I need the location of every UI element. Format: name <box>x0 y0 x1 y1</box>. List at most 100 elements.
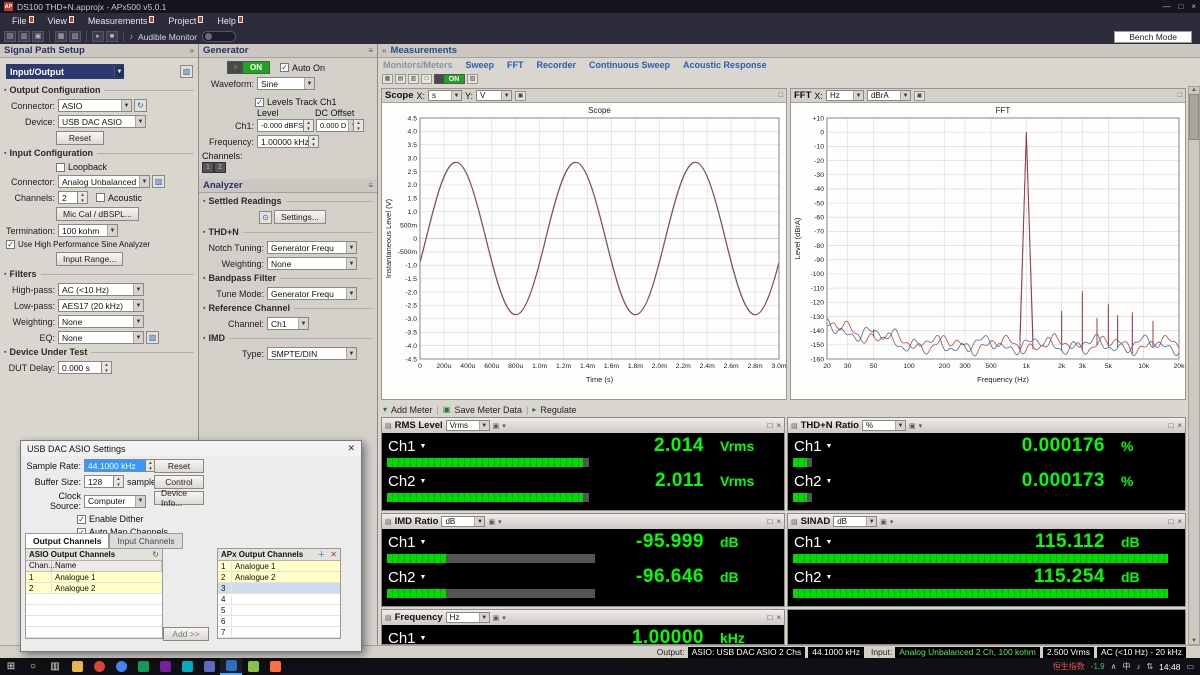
layout-cols-icon[interactable]: ▥ <box>408 74 419 84</box>
meter-unit-select[interactable]: dB▼ <box>441 516 485 527</box>
table-row[interactable]: 3 <box>218 583 340 594</box>
acoustic-checkbox[interactable] <box>96 193 105 202</box>
eq-select[interactable]: None▼ <box>58 331 144 344</box>
popout-icon[interactable]: □ <box>1168 421 1173 430</box>
taskbar-app-icon[interactable] <box>132 658 154 675</box>
reset-button[interactable]: Reset <box>56 131 104 145</box>
an-weighting-select[interactable]: None▼ <box>267 257 357 270</box>
tab-sweep[interactable]: Sweep <box>466 60 495 70</box>
input-connector-select[interactable]: Analog Unbalanced▼ <box>58 175 150 188</box>
hp-sine-checkbox[interactable] <box>6 240 15 249</box>
buffer-size-input[interactable]: 128 <box>84 475 114 488</box>
meter-expand-icon[interactable]: ▤ <box>791 518 798 526</box>
layout-grid-icon[interactable]: ▦ <box>382 74 393 84</box>
mic-cal-button[interactable]: Mic Cal / dBSPL... <box>56 207 139 221</box>
dialog-control-button[interactable]: Control <box>154 475 204 489</box>
levels-track-checkbox[interactable] <box>255 98 264 107</box>
section-collapse-icon[interactable]: ▪ <box>4 87 6 94</box>
channel-dropdown-icon[interactable]: ▼ <box>826 478 833 485</box>
waveform-select[interactable]: Sine▼ <box>257 77 315 90</box>
generator-on-toggle[interactable]: ○ ON <box>227 61 270 74</box>
add-icon[interactable]: ＋ <box>317 549 325 560</box>
table-row[interactable]: 2Analogue 2 <box>218 572 340 583</box>
channel-dropdown-icon[interactable]: ▼ <box>420 443 427 450</box>
monitors-on-toggle[interactable]: ON <box>434 74 465 84</box>
popout-icon[interactable]: □ <box>767 421 772 430</box>
tray-expand-icon[interactable]: ∧ <box>1111 662 1117 671</box>
channel-dropdown-icon[interactable]: ▼ <box>420 574 427 581</box>
layout-single-icon[interactable]: □ <box>421 74 432 84</box>
enable-dither-checkbox[interactable] <box>77 515 86 524</box>
ref-channel-select[interactable]: Ch1▼ <box>267 317 309 330</box>
sample-rate-input[interactable]: 44.1000 kHz <box>84 459 146 472</box>
clock[interactable]: 14:48 <box>1159 662 1180 672</box>
ch1-offset-input[interactable]: 0.000 D▼ <box>316 119 354 132</box>
gen-channel-1-button[interactable]: 1 <box>202 162 214 173</box>
meter-expand-icon[interactable]: ▤ <box>385 422 392 430</box>
table-row[interactable] <box>26 616 162 627</box>
popout-icon[interactable]: □ <box>767 517 772 526</box>
section-collapse-icon[interactable]: ▪ <box>203 335 205 342</box>
search-icon[interactable]: ○ <box>22 658 44 675</box>
meter-expand-icon[interactable]: ▤ <box>385 614 392 622</box>
add-channel-button[interactable]: Add >> <box>163 627 209 641</box>
meter-options-icon[interactable]: ▾ <box>919 422 923 430</box>
table-row[interactable]: 1Analogue 1 <box>26 572 162 583</box>
ch1-level-spinner[interactable]: ▲▼ <box>304 119 314 132</box>
start-icon[interactable]: ▸ <box>92 31 104 42</box>
tab-output-channels[interactable]: Output Channels <box>25 533 109 549</box>
scope-y-unit-select[interactable]: V▼ <box>476 90 512 101</box>
auto-on-checkbox[interactable] <box>280 63 289 72</box>
collapse-panel-icon[interactable]: « <box>382 46 386 55</box>
high-pass-select[interactable]: AC (<10 Hz)▼ <box>58 283 144 296</box>
start-button[interactable]: ⊞ <box>0 658 22 675</box>
notch-select[interactable]: Generator Frequ▼ <box>267 241 357 254</box>
weighting-select[interactable]: None▼ <box>58 315 144 328</box>
axis-setup-icon[interactable]: ▣ <box>515 91 526 101</box>
close-icon[interactable]: ✕ <box>347 443 355 454</box>
layout-rows-icon[interactable]: ▤ <box>395 74 406 84</box>
frequency-spinner[interactable]: ▲▼ <box>309 135 319 148</box>
section-collapse-icon[interactable]: ▪ <box>203 198 205 205</box>
taskbar-app-icon[interactable] <box>110 658 132 675</box>
meter-settings-icon[interactable]: ▣ <box>488 518 495 526</box>
menu-measurements[interactable]: Measurements <box>82 15 161 27</box>
frequency-input[interactable]: 1.00000 kHz <box>257 135 309 148</box>
input-settings-icon[interactable]: ▨ <box>152 175 165 188</box>
taskbar-app-icon[interactable] <box>264 658 286 675</box>
channel-dropdown-icon[interactable]: ▼ <box>420 478 427 485</box>
notification-center-icon[interactable]: ▭ <box>1186 662 1194 671</box>
panel-menu-icon[interactable]: ≡ <box>368 181 373 190</box>
axis-setup-icon[interactable]: ▣ <box>914 91 925 101</box>
connector-settings-icon[interactable]: ↻ <box>134 99 147 112</box>
ime-indicator[interactable]: 中 <box>1122 661 1130 672</box>
channel-dropdown-icon[interactable]: ▼ <box>826 539 833 546</box>
taskbar-app-icon[interactable] <box>88 658 110 675</box>
meter-options-icon[interactable]: ▾ <box>890 518 894 526</box>
scroll-down-icon[interactable]: ▼ <box>1191 638 1197 644</box>
meter-expand-icon[interactable]: ▤ <box>385 518 392 526</box>
network-icon[interactable]: ⇅ <box>1146 662 1153 671</box>
popout-icon[interactable]: □ <box>1178 92 1182 99</box>
channels-spinner[interactable]: ▲▼ <box>78 191 88 204</box>
section-collapse-icon[interactable]: ▪ <box>203 305 205 312</box>
table-row[interactable] <box>26 627 162 638</box>
column-header[interactable]: Name <box>52 561 162 571</box>
eq-settings-icon[interactable]: ▨ <box>146 331 159 344</box>
audible-monitor-toggle[interactable] <box>202 31 236 42</box>
meter-unit-select[interactable]: Vrms▼ <box>446 420 490 431</box>
popout-icon[interactable]: □ <box>767 613 772 622</box>
low-pass-select[interactable]: AES17 (20 kHz)▼ <box>58 299 144 312</box>
channels-input[interactable]: 2 <box>58 191 78 204</box>
ch1-offset-spinner[interactable]: ▲▼ <box>354 119 364 132</box>
maximize-icon[interactable]: □ <box>1178 2 1183 11</box>
tab-continuous-sweep[interactable]: Continuous Sweep <box>589 60 670 70</box>
ch1-level-input[interactable]: -0.000 dBFS▼ <box>257 119 304 132</box>
remove-icon[interactable]: ✕ <box>330 550 337 559</box>
settings-small-icon[interactable]: ▧ <box>467 74 478 84</box>
column-header[interactable]: Chan... <box>26 561 52 571</box>
fft-x-unit-select[interactable]: Hz▼ <box>826 90 864 101</box>
new-project-icon[interactable]: ▤ <box>4 31 16 42</box>
stock-ticker-name[interactable]: 恒生指数 <box>1053 661 1085 672</box>
meter-expand-icon[interactable]: ▤ <box>791 422 798 430</box>
